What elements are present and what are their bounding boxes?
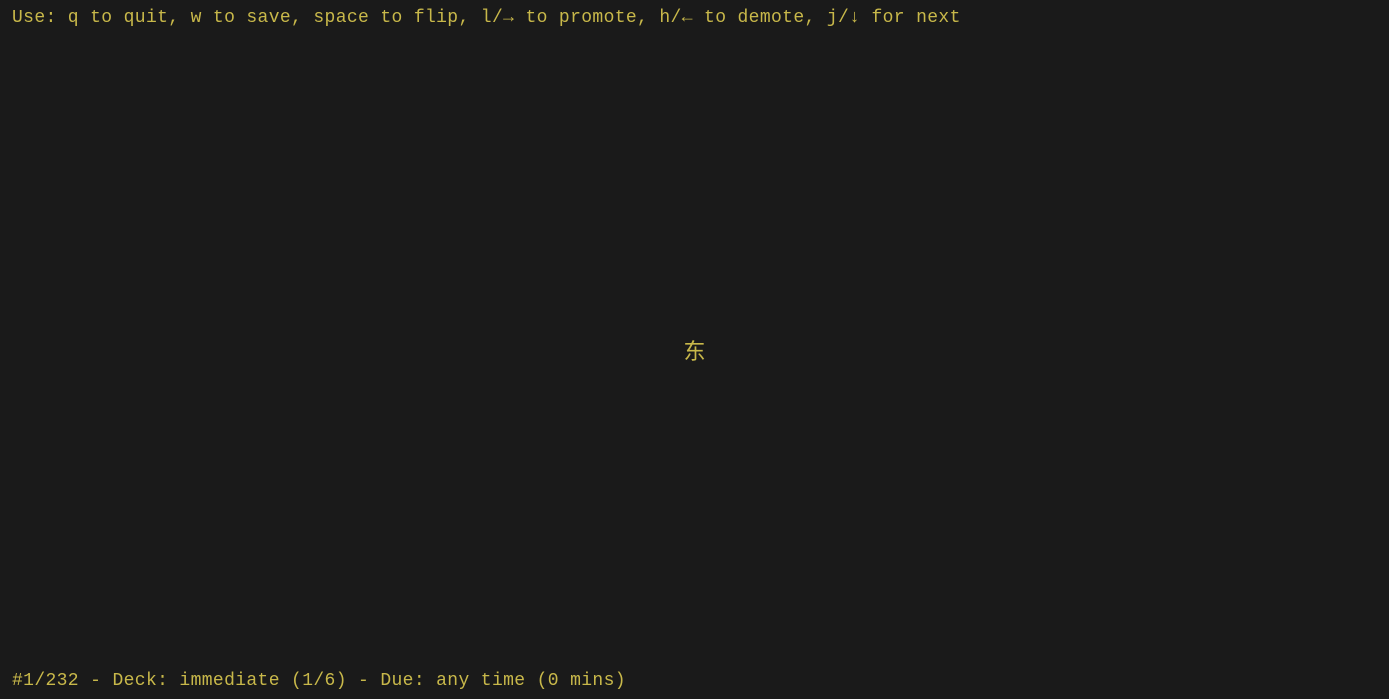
status-text: #1/232 - Deck: immediate (1/6) - Due: an… (12, 671, 626, 691)
card-content: 东 (683, 334, 705, 366)
top-bar: Use: q to quit, w to save, space to flip… (0, 0, 1389, 36)
bottom-bar: #1/232 - Deck: immediate (1/6) - Due: an… (0, 663, 1389, 699)
main-content: 东 (0, 36, 1389, 663)
instruction-text: Use: q to quit, w to save, space to flip… (12, 8, 961, 28)
